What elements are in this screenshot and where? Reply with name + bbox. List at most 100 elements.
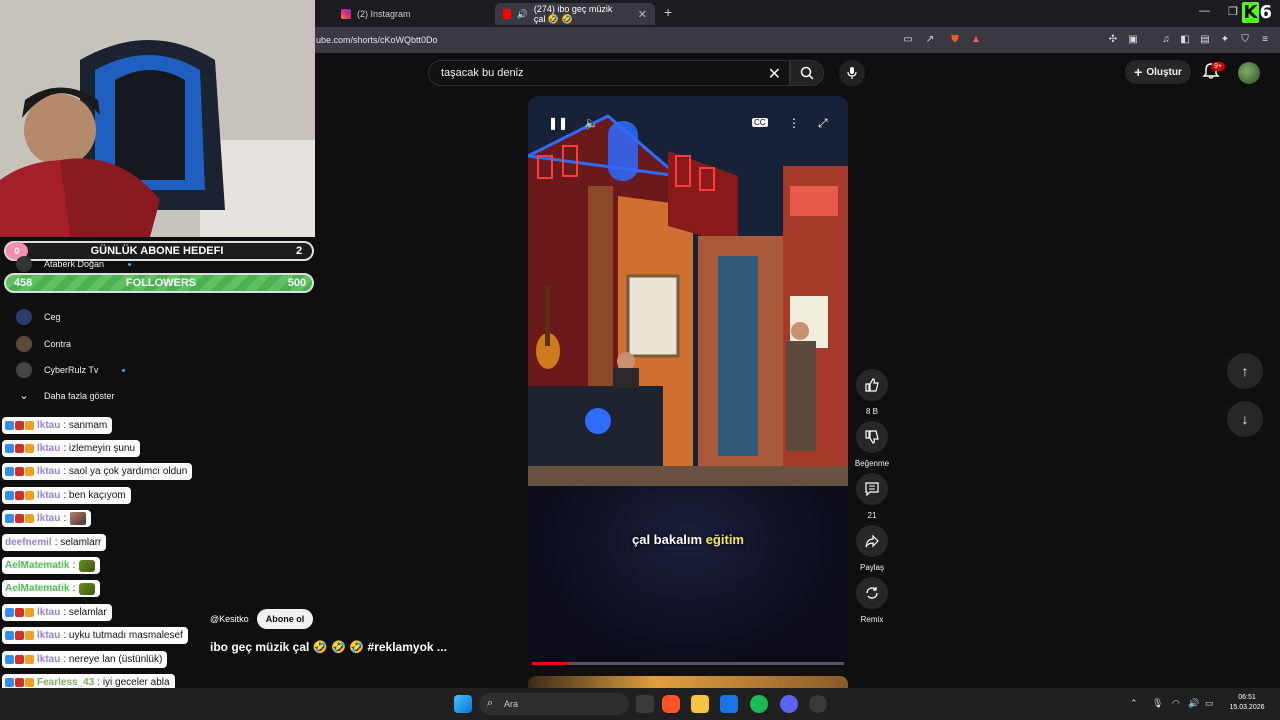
show-more-label: Daha fazla göster xyxy=(44,390,115,401)
chat-badges xyxy=(5,655,34,664)
arrow-down-icon: ↓ xyxy=(1241,411,1249,427)
microphone-tray-icon[interactable]: 🎙 xyxy=(1152,698,1163,709)
like-count: 8 B xyxy=(865,407,878,416)
brave-browser-icon[interactable] xyxy=(662,695,680,713)
pause-icon[interactable]: ❚❚ xyxy=(548,116,568,130)
channel-avatar xyxy=(16,309,32,325)
tab-youtube[interactable]: 🔊 (274) ibo geç müzik çal 🤣 🤣 ✕ xyxy=(495,3,655,25)
wallet-icon[interactable]: ▤ xyxy=(1199,34,1211,46)
chat-username[interactable]: lktau xyxy=(37,630,60,641)
badge-icon xyxy=(25,444,34,453)
chat-username[interactable]: Fearless_43 xyxy=(37,677,94,688)
create-button[interactable]: + Oluştur xyxy=(1125,60,1191,84)
rewards-icon[interactable]: ▲ xyxy=(970,34,982,46)
chat-username[interactable]: lktau xyxy=(37,443,60,454)
leo-icon[interactable]: ✦ xyxy=(1219,34,1231,46)
sidebar-icon[interactable]: ◧ xyxy=(1179,34,1191,46)
clear-search-icon[interactable]: ✕ xyxy=(768,64,781,84)
tab-label: (274) ibo geç müzik çal 🤣 🤣 xyxy=(533,3,613,24)
remix-icon xyxy=(866,587,878,599)
screenshot-icon[interactable]: ▣ xyxy=(1127,34,1139,46)
voice-search-button[interactable] xyxy=(839,60,865,86)
chat-text: : ben kaçıyom xyxy=(63,490,126,501)
video-progress-bar[interactable] xyxy=(532,662,844,665)
battery-icon[interactable]: ▭ xyxy=(1205,698,1214,709)
chat-text: : xyxy=(63,513,67,524)
vpn-icon[interactable]: ⛉ xyxy=(1239,34,1251,46)
chat-username[interactable]: lktau xyxy=(37,420,60,431)
chat-text: : xyxy=(72,560,76,571)
menu-icon[interactable]: ≡ xyxy=(1259,34,1271,46)
wifi-icon[interactable]: ◠ xyxy=(1172,698,1180,709)
discord-icon[interactable] xyxy=(780,695,798,713)
comments-button[interactable]: 21 xyxy=(855,473,889,520)
brave-shield-icon[interactable]: ⛊ xyxy=(949,34,961,46)
reader-icon[interactable]: ▭ xyxy=(902,34,914,46)
chat-username[interactable]: lktau xyxy=(37,466,60,477)
captions-icon[interactable]: CC xyxy=(752,118,768,127)
chat-username[interactable]: AelMatematik xyxy=(5,583,69,594)
sidebar-item-channel[interactable]: Contra xyxy=(16,336,71,352)
channel-handle[interactable]: @Kesitko xyxy=(210,614,249,624)
badge-icon xyxy=(25,491,34,500)
mail-icon[interactable] xyxy=(720,695,738,713)
badge-icon xyxy=(15,421,24,430)
windows-start-icon[interactable] xyxy=(454,695,472,713)
chat-username[interactable]: lktau xyxy=(37,490,60,501)
chat-username[interactable]: AelMatematik xyxy=(5,560,69,571)
subscribe-button[interactable]: Abone ol xyxy=(257,609,313,629)
maximize-icon[interactable]: ❐ xyxy=(1228,5,1238,18)
chat-username[interactable]: lktau xyxy=(37,607,60,618)
video-title[interactable]: ibo geç müzik çal 🤣 🤣 🤣 #reklamyok ... xyxy=(210,640,447,654)
chat-text: : saol ya çok yardımcı oldun xyxy=(63,466,188,477)
task-view-icon[interactable] xyxy=(636,695,654,713)
search-box[interactable]: taşacak bu deniz ✕ xyxy=(428,60,790,86)
progress-fill xyxy=(532,662,570,665)
obs-icon[interactable] xyxy=(809,695,827,713)
url-text[interactable]: ube.com/shorts/cKoWQbtt0Do xyxy=(316,35,438,45)
share-icon[interactable]: ↗ xyxy=(924,34,936,46)
channel-name: Ataberk Doğan xyxy=(44,259,105,269)
volume-icon[interactable]: 🔈 xyxy=(584,116,599,130)
dislike-button[interactable]: Beğenme xyxy=(855,421,889,468)
account-avatar[interactable] xyxy=(1238,62,1260,84)
more-options-icon[interactable]: ⋮ xyxy=(788,116,800,130)
show-more-button[interactable]: ⌄ Daha fazla göster xyxy=(16,389,115,402)
taskbar-search[interactable] xyxy=(479,693,629,715)
search-button[interactable] xyxy=(790,60,824,86)
tab-instagram[interactable]: (2) Instagram xyxy=(333,3,419,25)
badge-icon xyxy=(25,631,34,640)
chat-username[interactable]: lktau xyxy=(37,513,60,524)
file-explorer-icon[interactable] xyxy=(691,695,709,713)
badge-icon xyxy=(5,631,14,640)
chevron-up-icon[interactable]: ⌃ xyxy=(1130,698,1138,709)
chat-username[interactable]: lktau xyxy=(37,654,60,665)
system-clock[interactable]: 06:51 15.03.2026 xyxy=(1222,693,1272,713)
shorts-player[interactable]: çal bakalım eğitim ❚❚ 🔈 CC ⋮ ⤢ xyxy=(528,96,848,668)
share-button[interactable]: Paylaş xyxy=(855,525,889,572)
thumbs-up-icon xyxy=(865,378,879,392)
remix-button[interactable]: Remix xyxy=(855,577,889,624)
spotify-icon[interactable] xyxy=(750,695,768,713)
previous-short-button[interactable]: ↑ xyxy=(1227,353,1263,389)
next-short-button[interactable]: ↓ xyxy=(1227,401,1263,437)
extensions-icon[interactable]: ✣ xyxy=(1107,34,1119,46)
minimize-icon[interactable]: — xyxy=(1199,5,1210,17)
goal-target: 500 xyxy=(287,277,307,289)
live-dot xyxy=(128,262,132,266)
next-short-preview[interactable] xyxy=(528,676,848,688)
sidebar-item-channel[interactable]: Ataberk Doğan xyxy=(16,256,132,272)
share-label: Paylaş xyxy=(859,563,884,572)
volume-tray-icon[interactable]: 🔊 xyxy=(1188,698,1199,709)
like-button[interactable]: 8 B xyxy=(855,369,889,416)
stage-set-image xyxy=(528,96,848,486)
music-icon[interactable]: ♫ xyxy=(1160,34,1172,46)
search-input[interactable]: taşacak bu deniz xyxy=(441,67,524,79)
sidebar-item-channel[interactable]: Ceg xyxy=(16,309,61,325)
chat-username[interactable]: deefnemil xyxy=(5,537,52,548)
fullscreen-icon[interactable]: ⤢ xyxy=(818,116,828,131)
live-dot xyxy=(122,368,126,372)
close-tab-icon[interactable]: ✕ xyxy=(638,8,647,21)
sidebar-item-channel[interactable]: CyberRulz Tv xyxy=(16,362,126,378)
new-tab-button[interactable]: + xyxy=(664,4,672,20)
